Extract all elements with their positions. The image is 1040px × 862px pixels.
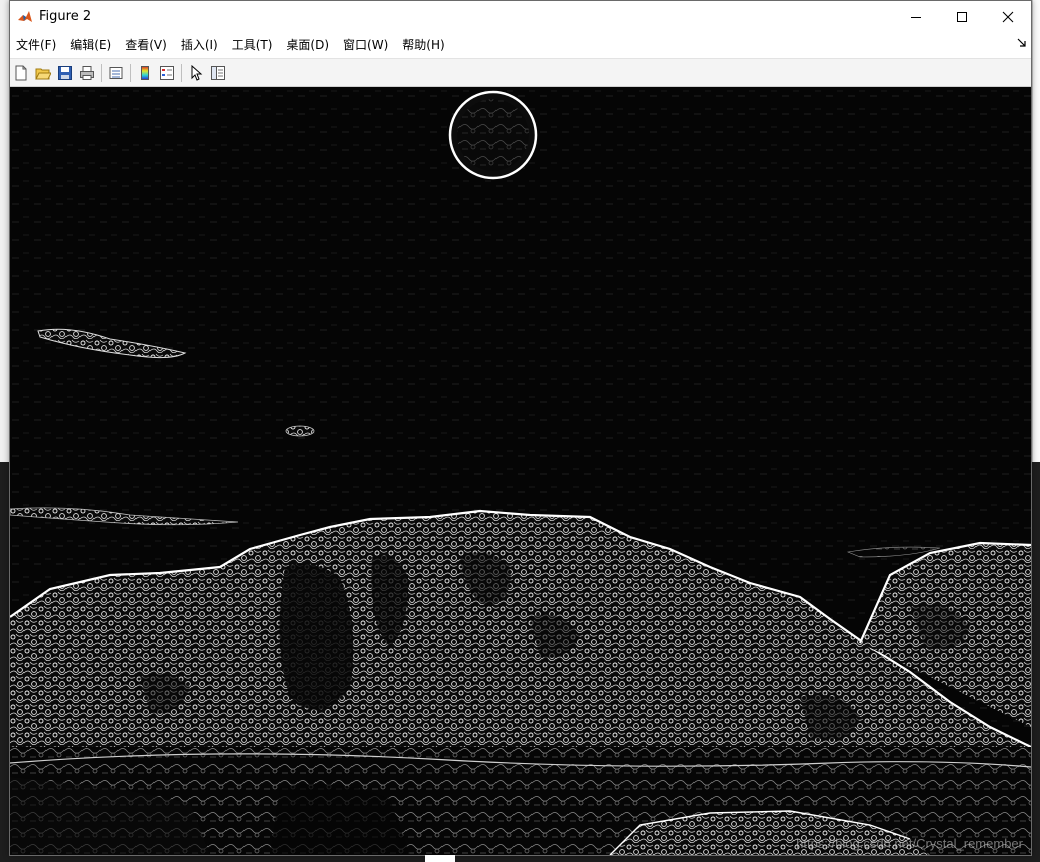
window-title: Figure 2 [39,9,92,24]
colorbar-button[interactable] [134,62,156,84]
colorbar-icon [141,65,149,80]
watermark-text: https://blog.csdn.net/Crystal_remember [796,836,1023,851]
print-button[interactable] [76,62,98,84]
background-app-edge [1032,0,1040,462]
edit-plot-button[interactable] [185,62,207,84]
menu-bar: 文件(F) 编辑(E) 查看(V) 插入(I) 工具(T) 桌面(D) 窗口(W… [10,33,1031,55]
menu-view[interactable]: 查看(V) [118,36,174,53]
save-button[interactable] [54,62,76,84]
new-figure-button[interactable] [10,62,32,84]
figure-axes[interactable]: https://blog.csdn.net/Crystal_remember [10,87,1031,855]
legend-icon [160,65,174,80]
minimize-button[interactable] [893,1,939,32]
save-icon [58,65,72,80]
pointer-icon [191,64,203,81]
toolbar-separator [181,63,182,82]
legend-button[interactable] [156,62,178,84]
scrollbar-thumb[interactable] [425,855,455,862]
open-file-icon [35,68,51,79]
menu-window[interactable]: 窗口(W) [336,36,395,53]
link-plot-button[interactable] [105,62,127,84]
edge-detection-image [10,87,1031,855]
undock-arrow-icon[interactable] [1017,38,1027,48]
property-inspector-icon [211,65,225,80]
close-icon [1002,11,1014,22]
title-bar[interactable]: Figure 2 [10,1,1031,32]
matlab-icon [17,8,33,25]
menu-insert[interactable]: 插入(I) [174,36,225,53]
link-plot-icon [109,66,123,79]
menu-desktop[interactable]: 桌面(D) [279,36,336,53]
toolbar-separator [130,63,131,82]
new-figure-icon [15,65,27,80]
figure-window: Figure 2 文件(F) 编辑(E) 查看(V) 插入(I) 工具(T) 桌… [9,0,1032,856]
close-button[interactable] [985,1,1031,32]
toolbar-separator [101,63,102,82]
menu-file[interactable]: 文件(F) [10,36,63,53]
open-file-button[interactable] [32,62,54,84]
menu-tools[interactable]: 工具(T) [225,36,280,53]
maximize-icon [957,11,967,22]
print-icon [80,65,94,80]
minimize-icon [911,16,921,18]
menu-help[interactable]: 帮助(H) [395,36,451,53]
maximize-button[interactable] [939,1,985,32]
figure-toolbar [10,58,1031,87]
property-inspector-button[interactable] [207,62,229,84]
menu-edit[interactable]: 编辑(E) [63,36,118,53]
